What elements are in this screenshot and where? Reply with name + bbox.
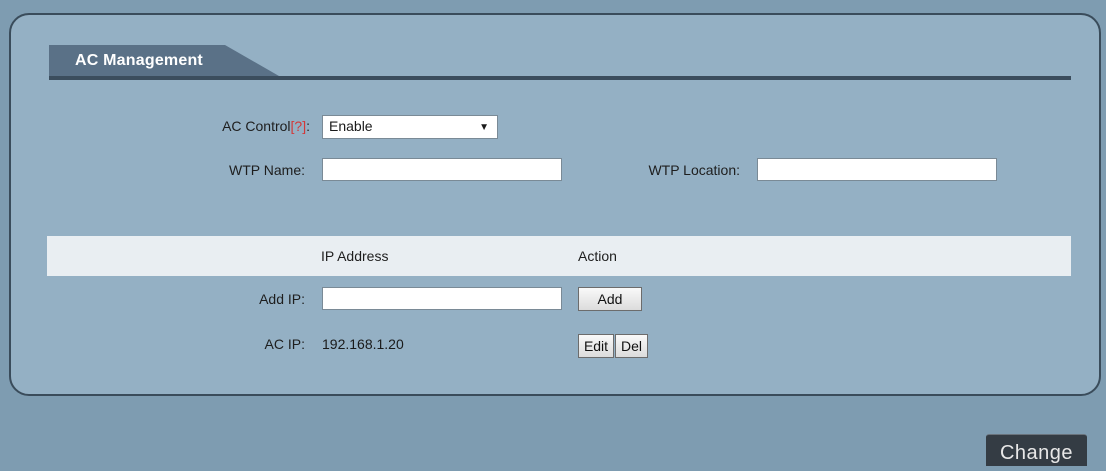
wtp-location-label: WTP Location: bbox=[648, 162, 740, 178]
ip-address-column-header: IP Address bbox=[321, 248, 389, 264]
action-column-header: Action bbox=[578, 248, 617, 264]
ac-control-help-link[interactable]: [?] bbox=[291, 118, 307, 134]
add-ip-input[interactable] bbox=[322, 287, 562, 310]
section-divider bbox=[49, 76, 1071, 80]
ip-table-header: IP Address Action bbox=[47, 236, 1071, 276]
ac-control-label-text: AC Control bbox=[222, 118, 291, 134]
ac-ip-value: 192.168.1.20 bbox=[322, 336, 404, 352]
ac-ip-label: AC IP: bbox=[264, 336, 305, 352]
delete-ac-ip-button[interactable]: Del bbox=[615, 334, 648, 358]
edit-ac-ip-button[interactable]: Edit bbox=[578, 334, 614, 358]
ac-control-colon: : bbox=[306, 118, 310, 134]
change-button[interactable]: Change bbox=[986, 434, 1087, 466]
wtp-name-label: WTP Name: bbox=[229, 162, 305, 178]
ac-control-select[interactable]: Enable ▼ bbox=[322, 115, 498, 139]
ac-control-label: AC Control[?]: bbox=[150, 118, 310, 134]
add-ip-button[interactable]: Add bbox=[578, 287, 642, 311]
section-title: AC Management bbox=[75, 52, 203, 69]
wtp-location-input[interactable] bbox=[757, 158, 997, 181]
wtp-name-input[interactable] bbox=[322, 158, 562, 181]
ac-control-select-value: Enable bbox=[329, 118, 373, 134]
dropdown-arrow-icon: ▼ bbox=[479, 122, 489, 133]
add-ip-label: Add IP: bbox=[259, 291, 305, 307]
